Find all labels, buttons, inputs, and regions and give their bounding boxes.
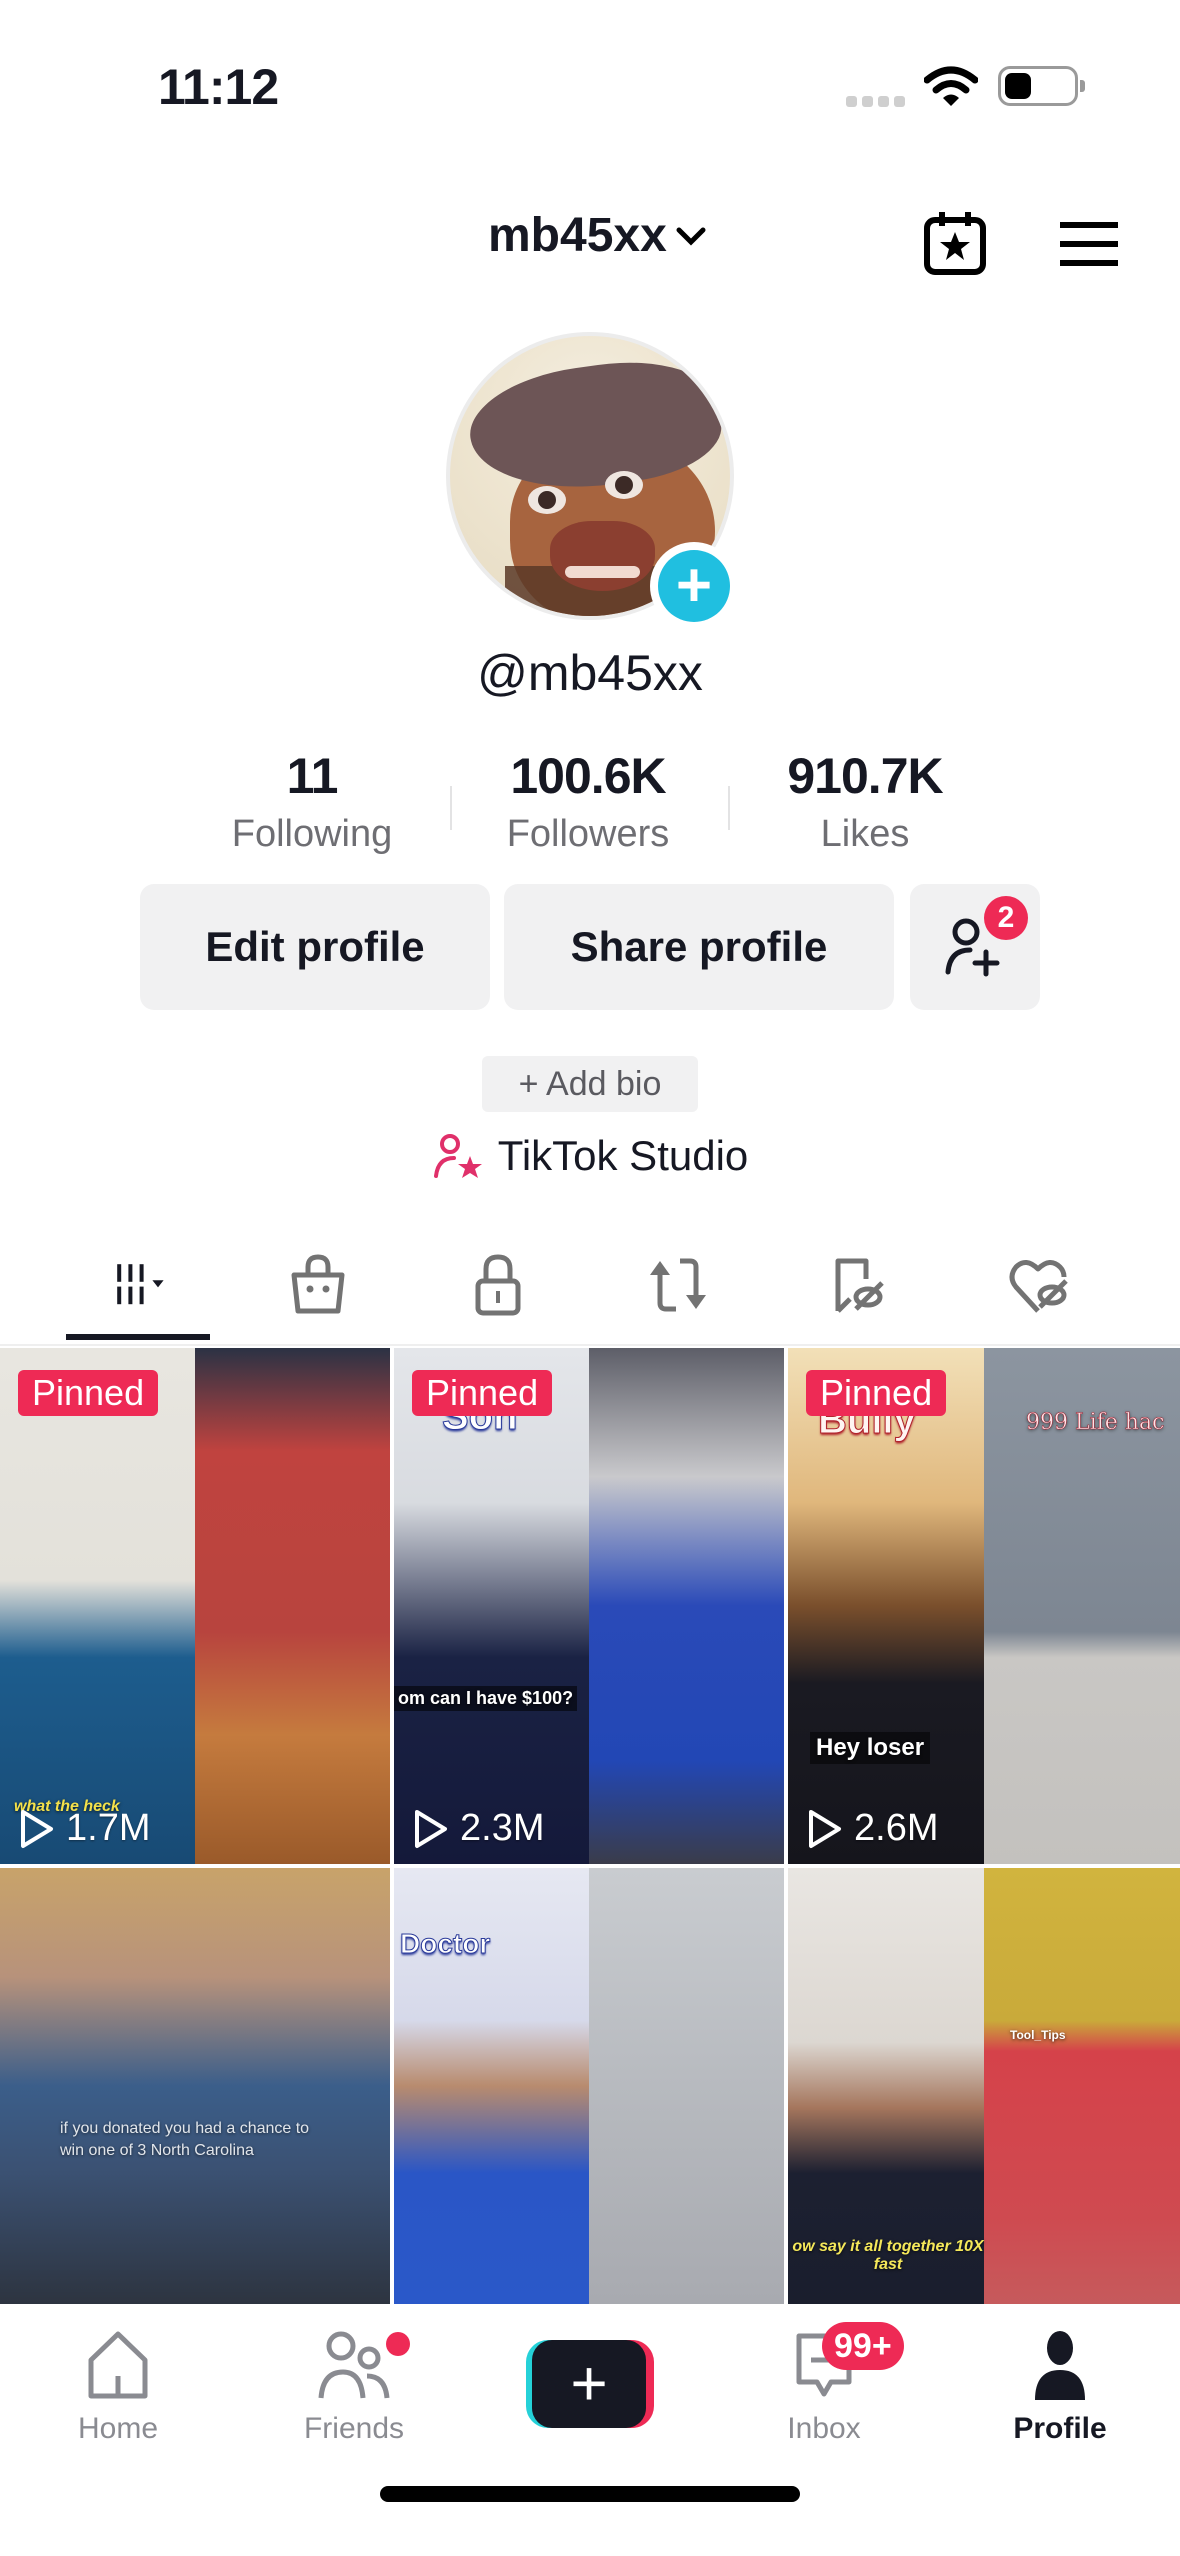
stat-value: 100.6K <box>510 748 666 804</box>
video-caption: Hey loser <box>810 1732 931 1764</box>
cellular-signal-icon <box>846 96 905 107</box>
account-switcher[interactable]: mb45xx <box>488 208 709 263</box>
friends-icon <box>318 2331 390 2399</box>
video-side-caption: Tool_Tips <box>1010 2028 1066 2042</box>
studio-label: TikTok Studio <box>497 1132 749 1179</box>
stat-value: 910.7K <box>787 748 943 804</box>
play-icon <box>21 1809 53 1848</box>
view-count: 1.7M <box>18 1807 150 1850</box>
profile-icon <box>1035 2331 1085 2400</box>
video-caption: om can I have $100? <box>394 1686 578 1711</box>
nav-inbox[interactable]: 99+ Inbox <box>744 2322 904 2446</box>
chevron-down-icon <box>676 227 706 246</box>
nav-home[interactable]: Home <box>38 2328 198 2446</box>
video-tile[interactable]: ow say it all together 10X fast Tool_Tip… <box>788 1868 1180 2304</box>
add-avatar-button[interactable]: + <box>650 542 738 630</box>
stat-label: Likes <box>820 813 910 855</box>
profile-handle: @mb45xx <box>477 645 703 701</box>
shopping-bag-icon <box>291 1254 345 1314</box>
share-profile-button[interactable]: Share profile <box>504 884 894 1010</box>
pinned-badge: Pinned <box>412 1370 553 1416</box>
tab-reposts[interactable] <box>618 1250 738 1320</box>
video-tile[interactable]: Son Pinned om can I have $100? 2.3M <box>394 1348 784 1864</box>
play-icon <box>415 1809 447 1848</box>
stat-label: Followers <box>506 813 670 855</box>
bookmark-hidden-icon <box>835 1258 884 1313</box>
creator-star-icon <box>433 1134 482 1178</box>
nav-friends[interactable]: Friends <box>274 2328 434 2446</box>
tiktok-studio-link[interactable]: TikTok Studio <box>0 1132 1180 1180</box>
view-count-value: 1.7M <box>66 1807 151 1849</box>
tab-private[interactable] <box>438 1250 558 1320</box>
nav-label: Inbox <box>787 2412 861 2445</box>
video-side-caption: 999 Life hac <box>1026 1410 1165 1436</box>
video-tile[interactable]: Pinned what the heck 1.7M <box>0 1348 390 1864</box>
tab-shop[interactable] <box>258 1250 378 1320</box>
nav-label: Home <box>77 2412 159 2445</box>
view-count-value: 2.6M <box>854 1807 939 1849</box>
tab-favorites[interactable] <box>798 1250 918 1320</box>
stat-value: 11 <box>286 748 339 804</box>
pinned-badge: Pinned <box>806 1370 947 1416</box>
header-username: mb45xx <box>488 209 667 262</box>
calendar-star-icon[interactable] <box>922 210 988 276</box>
video-overlay-title: Doctor <box>399 1928 491 1960</box>
view-count-value: 2.3M <box>460 1807 545 1849</box>
tab-liked[interactable] <box>978 1250 1098 1320</box>
stat-followers[interactable]: 100.6K Followers <box>468 746 708 858</box>
play-icon <box>809 1809 841 1848</box>
plus-icon: + <box>658 550 730 622</box>
video-caption: ow say it all together 10X fast <box>792 2238 984 2273</box>
pinned-badge: Pinned <box>18 1370 159 1416</box>
status-bar: 11:12 <box>0 0 1180 140</box>
home-icon <box>88 2331 148 2399</box>
stat-following[interactable]: 11 Following <box>192 746 432 858</box>
hamburger-menu-icon[interactable] <box>1058 220 1120 268</box>
video-grid: Pinned what the heck 1.7M Son Pinned om … <box>0 1348 1180 2304</box>
friend-requests-badge: 2 <box>984 896 1028 940</box>
video-caption: if you donated you had a chance to win o… <box>60 2120 310 2159</box>
home-indicator[interactable] <box>380 2486 800 2502</box>
view-count: 2.6M <box>806 1807 938 1850</box>
create-video-button[interactable]: + <box>526 2340 654 2428</box>
heart-hidden-icon <box>1009 1260 1068 1313</box>
plus-icon: + <box>532 2340 646 2428</box>
lock-icon <box>475 1254 521 1316</box>
view-count: 2.3M <box>412 1807 544 1850</box>
divider <box>450 786 452 830</box>
add-bio-button[interactable]: + Add bio <box>482 1056 698 1112</box>
repost-icon <box>650 1258 706 1312</box>
add-friends-button[interactable]: 2 <box>910 884 1040 1010</box>
grid-icon <box>117 1264 164 1305</box>
status-time: 11:12 <box>158 59 279 115</box>
video-tile[interactable]: if you donated you had a chance to win o… <box>0 1868 390 2304</box>
stat-label: Following <box>231 813 393 855</box>
bottom-nav: Home Friends + 99+ Inbox Profile <box>0 2308 1180 2556</box>
content-tabs <box>0 1230 1180 1346</box>
battery-icon <box>998 66 1085 106</box>
nav-label: Profile <box>1013 2412 1107 2445</box>
video-tile[interactable]: Bully 999 Life hac Pinned Hey loser 2.6M <box>788 1348 1180 1864</box>
inbox-badge: 99+ <box>822 2322 904 2370</box>
active-tab-indicator <box>66 1334 210 1340</box>
tab-videos[interactable] <box>78 1250 198 1320</box>
video-tile[interactable]: Doctor <box>394 1868 784 2304</box>
edit-profile-button[interactable]: Edit profile <box>140 884 490 1010</box>
divider <box>728 786 730 830</box>
nav-label: Friends <box>303 2412 405 2445</box>
wifi-icon <box>924 66 978 106</box>
stat-likes[interactable]: 910.7K Likes <box>745 746 985 858</box>
nav-profile[interactable]: Profile <box>980 2328 1140 2446</box>
notification-dot <box>386 2332 410 2356</box>
